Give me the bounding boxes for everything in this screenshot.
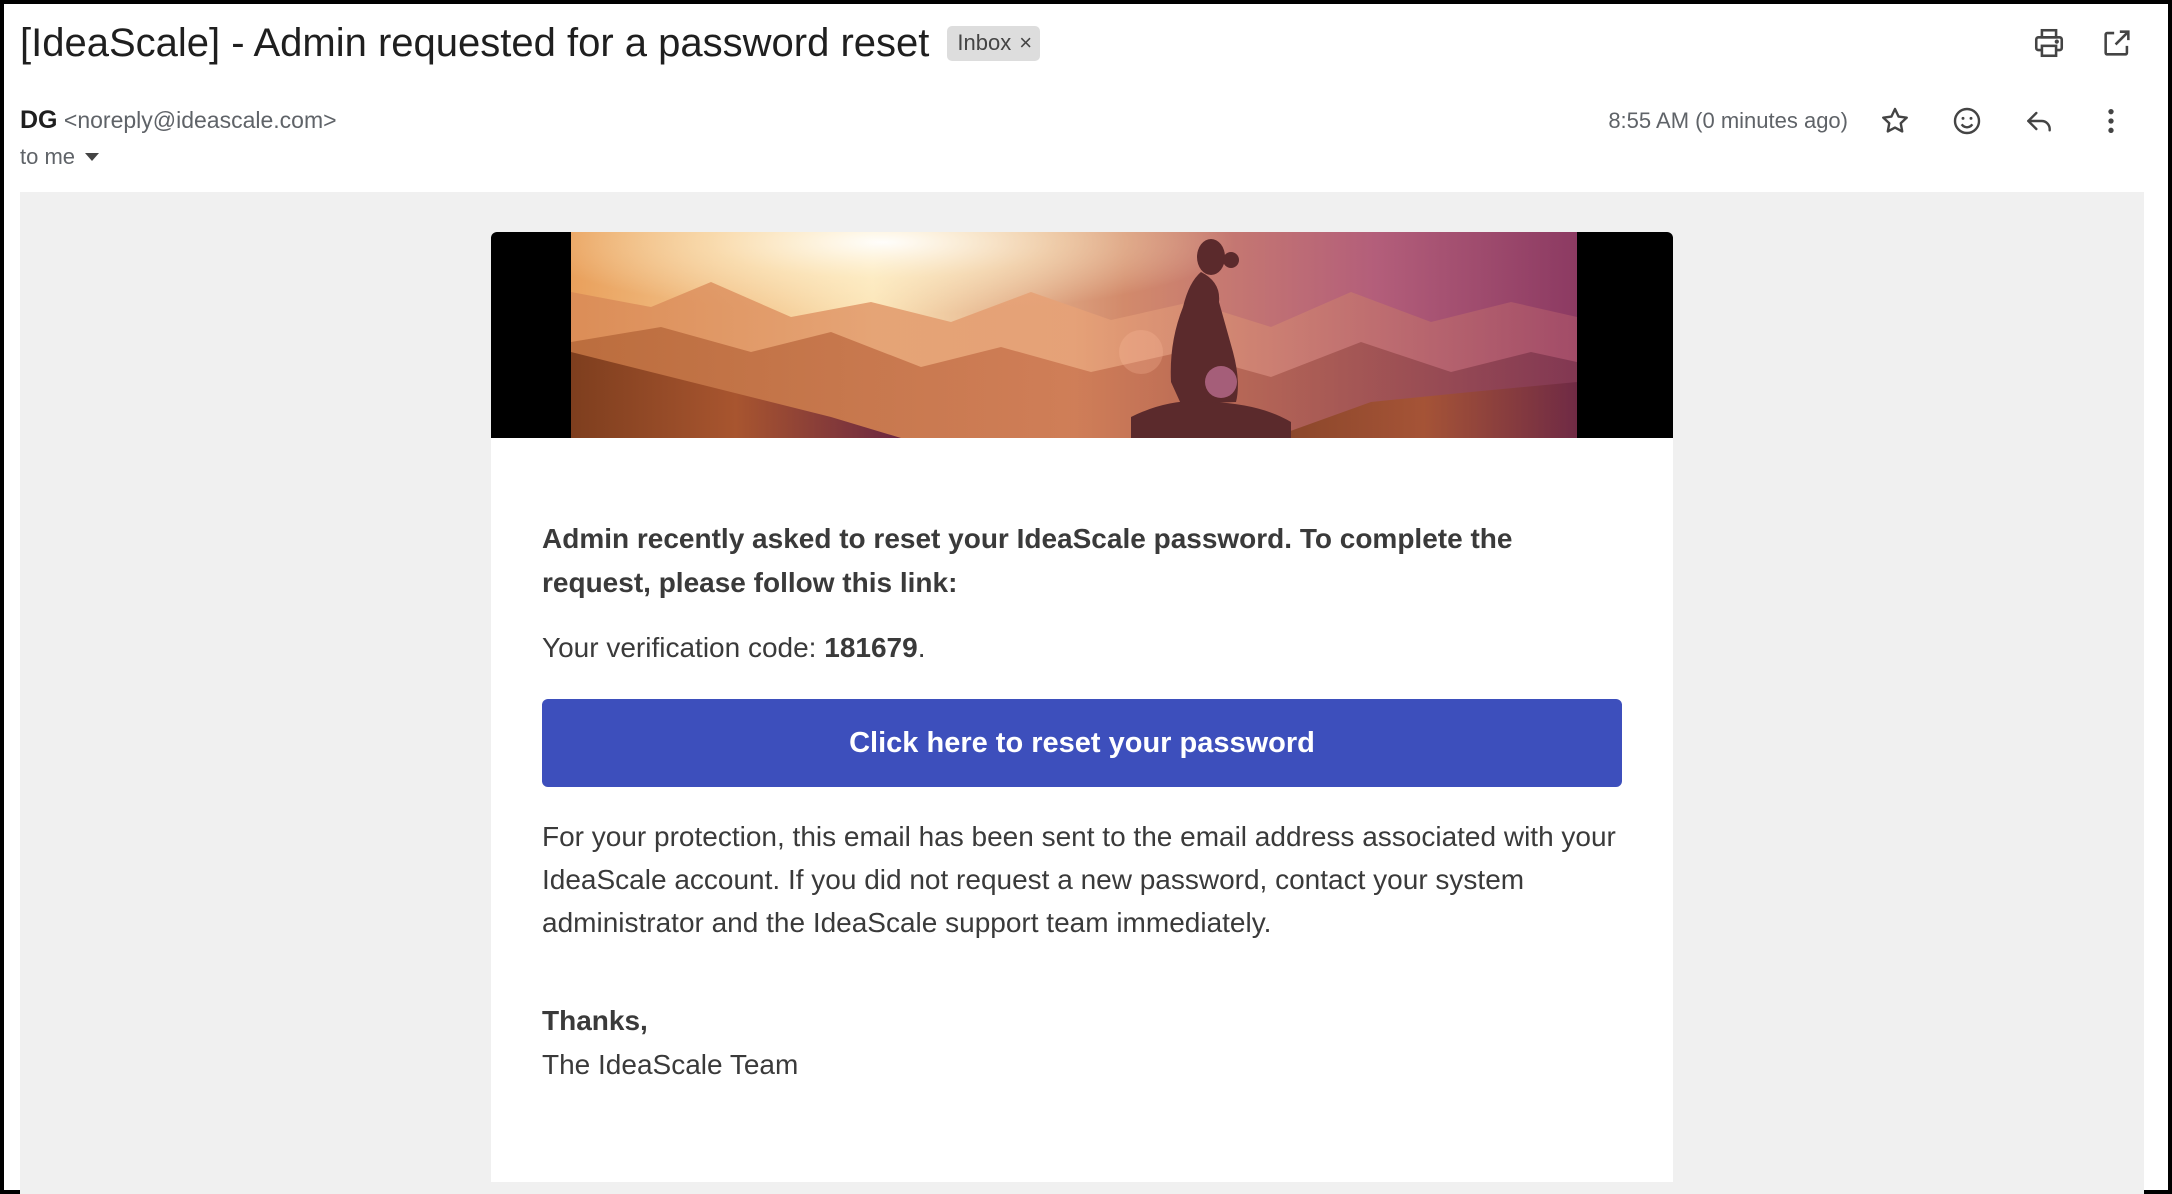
- timestamp: 8:55 AM (0 minutes ago): [1608, 108, 1848, 133]
- email-subject: [IdeaScale] - Admin requested for a pass…: [20, 20, 930, 65]
- intro-text: Admin recently asked to reset your IdeaS…: [542, 523, 1513, 598]
- sender-name[interactable]: DG: [20, 106, 58, 134]
- open-in-new-window-icon[interactable]: [2096, 22, 2138, 64]
- more-vertical-icon[interactable]: [2090, 100, 2132, 142]
- email-content-card: Admin recently asked to reset your IdeaS…: [491, 232, 1673, 1182]
- email-window: [IdeaScale] - Admin requested for a pass…: [0, 0, 2172, 1194]
- message-meta: 8:55 AM (0 minutes ago): [1608, 100, 2132, 142]
- reply-icon[interactable]: [2018, 100, 2060, 142]
- verification-code-line: Your verification code: 181679.: [542, 632, 1622, 664]
- label-text: Inbox: [957, 29, 1012, 55]
- protection-notice: For your protection, this email has been…: [542, 821, 1616, 938]
- meditation-banner-image: [571, 232, 1577, 438]
- email-message: Admin recently asked to reset your IdeaS…: [542, 517, 1622, 1081]
- code-prefix: Your verification code:: [542, 632, 825, 663]
- thanks-text: Thanks,: [542, 1005, 648, 1036]
- code-suffix: .: [917, 632, 926, 663]
- verification-code: 181679: [824, 632, 918, 663]
- sender-email: <noreply@ideascale.com>: [63, 107, 337, 133]
- subject-row: [IdeaScale] - Admin requested for a pass…: [20, 18, 1041, 68]
- emoji-icon[interactable]: [1946, 100, 1988, 142]
- recipient-label: to me: [20, 144, 76, 169]
- recipient-row: to me: [20, 144, 100, 170]
- signature-text: The IdeaScale Team: [542, 1049, 799, 1080]
- inbox-label-chip[interactable]: Inbox ×: [947, 25, 1041, 61]
- reset-password-button[interactable]: Click here to reset your password: [542, 699, 1622, 787]
- recipient-details-dropdown[interactable]: [85, 153, 100, 161]
- remove-label-button[interactable]: ×: [1019, 30, 1032, 56]
- message-actions: [1874, 100, 2132, 142]
- top-actions: [2028, 22, 2138, 64]
- header-banner: [491, 232, 1673, 438]
- sender-row: DG <noreply@ideascale.com>: [20, 106, 337, 135]
- star-icon[interactable]: [1874, 100, 1916, 142]
- print-icon[interactable]: [2028, 22, 2070, 64]
